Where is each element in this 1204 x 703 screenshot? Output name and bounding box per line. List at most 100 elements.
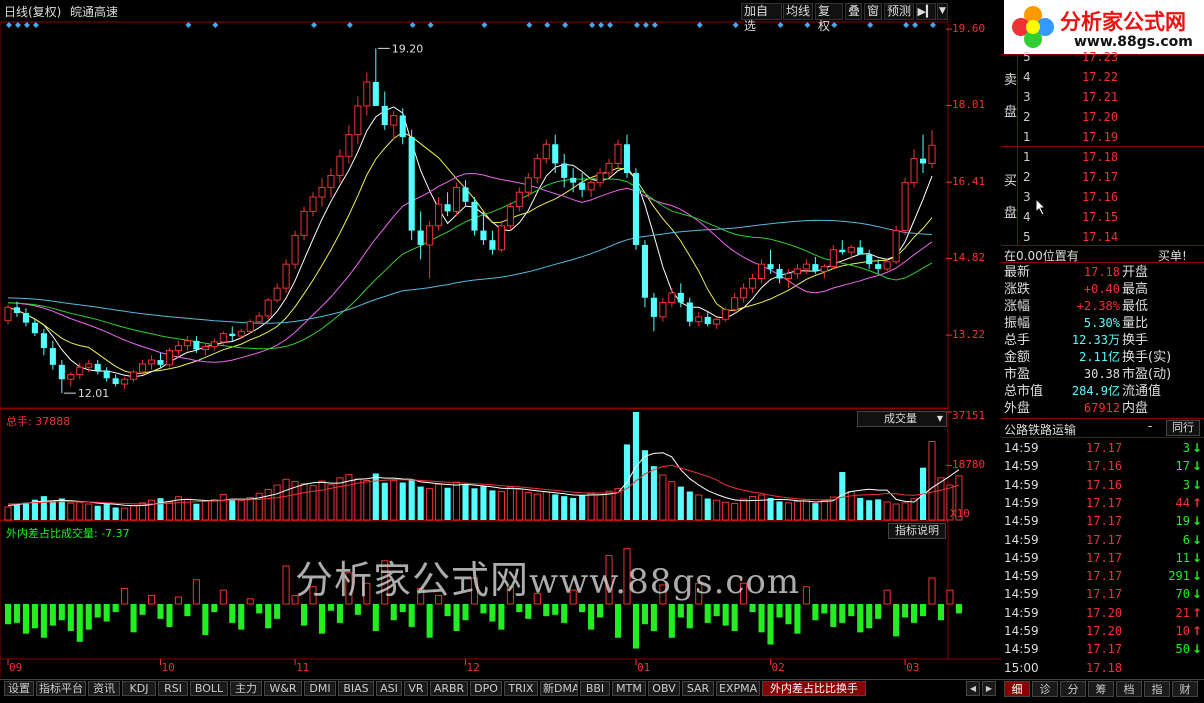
tick-row[interactable]: 14:59 17.16 3 ↓ <box>1002 476 1204 494</box>
toolbar-btn-4[interactable]: 窗 <box>864 3 882 20</box>
tick-row[interactable]: 14:59 17.16 17 ↓ <box>1002 457 1204 475</box>
sell-level-row[interactable]: 3 17.21 <box>1018 87 1204 107</box>
volume-bar <box>354 478 362 521</box>
signal-marker <box>32 22 39 28</box>
volume-bar <box>210 499 218 521</box>
tab-2[interactable]: 资讯 <box>88 681 120 696</box>
tick-row[interactable]: 14:59 17.17 3 ↓ <box>1002 439 1204 457</box>
signal-marker <box>562 22 569 28</box>
buy-label-1: 买 <box>1004 174 1018 189</box>
toolbar-btn-2[interactable]: 复权 <box>815 3 843 33</box>
candle-body <box>857 247 864 255</box>
indicator-bar <box>946 589 954 605</box>
tick-row[interactable]: 14:59 17.17 70 ↓ <box>1002 585 1204 603</box>
tab-7[interactable]: W&R <box>264 681 302 696</box>
info-tab-0[interactable]: 细 <box>1004 681 1030 697</box>
buy-level-row[interactable]: 1 17.18 <box>1018 147 1204 167</box>
candle-body <box>632 173 640 245</box>
tick-time: 14:59 <box>1004 441 1039 455</box>
tab-14[interactable]: TRIX <box>504 681 538 696</box>
tab-10[interactable]: ASI <box>376 681 402 696</box>
quote-label: 振幅 <box>1004 316 1031 331</box>
candle-body <box>695 316 703 323</box>
tab-scroll-left-icon[interactable]: ◀ <box>966 681 980 696</box>
info-tab-1[interactable]: 诊 <box>1032 681 1058 697</box>
sector-name[interactable]: 公路铁路运输 <box>1004 421 1076 438</box>
volume-bar <box>40 496 47 520</box>
tick-row[interactable]: 15:00 17.18 <box>1002 659 1204 677</box>
indicator-bar <box>597 604 604 618</box>
quote-value: 284.9亿 <box>1071 384 1120 398</box>
volume-bar <box>282 478 290 521</box>
indicator-bar <box>893 604 900 637</box>
tab-3[interactable]: KDJ <box>122 681 156 696</box>
info-tab-4[interactable]: 档 <box>1116 681 1142 697</box>
tab-9[interactable]: BIAS <box>338 681 374 696</box>
volume-bar <box>147 499 156 521</box>
tab-20[interactable]: EXPMA <box>716 681 760 696</box>
tick-row[interactable]: 14:59 17.20 21 ↑ <box>1002 604 1204 622</box>
indicator-help-button[interactable]: 指标说明 <box>888 523 946 539</box>
volume-bar <box>22 502 29 520</box>
tab-12[interactable]: ARBR <box>430 681 468 696</box>
tab-0[interactable]: 设置 <box>4 681 34 696</box>
tab-21[interactable]: 外内差占比比换手 <box>762 681 866 696</box>
info-tab-3[interactable]: 筹 <box>1088 681 1114 697</box>
sell-level-row[interactable]: 5 17.23 <box>1018 47 1204 67</box>
signal-marker <box>185 22 192 28</box>
volume-bar <box>363 479 371 521</box>
buy-level-row[interactable]: 5 17.14 <box>1018 227 1204 247</box>
tick-volume: 19 <box>1175 514 1190 529</box>
arrow-up-icon: ↑ <box>1191 495 1202 510</box>
toolbar-btn-0[interactable]: 加自选 <box>741 3 782 33</box>
toolbar-btn-1[interactable]: 均线 <box>783 3 813 20</box>
tick-volume: 3 <box>1182 441 1190 455</box>
info-tab-2[interactable]: 分 <box>1060 681 1086 697</box>
sell-level-row[interactable]: 2 17.20 <box>1018 107 1204 127</box>
tab-8[interactable]: DMI <box>304 681 336 696</box>
indicator-select[interactable]: 成交量 ▼ <box>857 411 947 427</box>
tick-row[interactable]: 14:59 17.17 291 ↓ <box>1002 567 1204 585</box>
candle-body <box>749 278 757 289</box>
level-num: 4 <box>1023 210 1031 224</box>
indicator-title: 外内差占比成交量: -7.37 <box>6 527 130 540</box>
volume-bar <box>875 499 882 520</box>
tab-19[interactable]: SAR <box>682 681 714 696</box>
info-tab-5[interactable]: 指 <box>1144 681 1170 697</box>
indicator-bar <box>928 577 936 605</box>
volume-bar <box>677 486 684 520</box>
tab-16[interactable]: BBI <box>580 681 610 696</box>
tab-5[interactable]: BOLL <box>190 681 228 696</box>
tab-18[interactable]: OBV <box>648 681 680 696</box>
tab-1[interactable]: 指标平台 <box>36 681 86 696</box>
sell-level-row[interactable]: 4 17.22 <box>1018 67 1204 87</box>
tick-row[interactable]: 14:59 17.20 10 ↑ <box>1002 622 1204 640</box>
toolbar-btn-5[interactable]: 预测 <box>884 3 914 20</box>
volume-bar <box>130 504 138 521</box>
tab-17[interactable]: MTM <box>612 681 646 696</box>
tab-4[interactable]: RSI <box>158 681 188 696</box>
tab-6[interactable]: 主力 <box>230 681 262 696</box>
volume-bar <box>561 496 568 520</box>
tab-15[interactable]: 新DMA <box>540 681 578 696</box>
toolbar-btn-3[interactable]: 叠 <box>845 3 862 20</box>
tick-row[interactable]: 14:59 17.17 19 ↓ <box>1002 512 1204 530</box>
tab-11[interactable]: VR <box>404 681 428 696</box>
sell-level-row[interactable]: 1 17.19 <box>1018 127 1204 147</box>
tick-row[interactable]: 14:59 17.17 11 ↓ <box>1002 549 1204 567</box>
info-tab-6[interactable]: 财 <box>1172 681 1198 697</box>
level-price: 17.20 <box>1082 110 1119 124</box>
tick-row[interactable]: 14:59 17.17 44 ↑ <box>1002 494 1204 512</box>
tab-scroll-right-icon[interactable]: ▶ <box>982 681 996 696</box>
indicator-bar <box>202 604 209 636</box>
peer-button[interactable]: 同行 <box>1166 420 1200 436</box>
volume-bar <box>480 486 487 520</box>
buy-level-row[interactable]: 2 17.17 <box>1018 167 1204 187</box>
month-tick-label: 10 <box>161 661 175 674</box>
tab-13[interactable]: DPO <box>470 681 502 696</box>
candle-body <box>542 143 550 160</box>
tick-row[interactable]: 14:59 17.17 6 ↓ <box>1002 531 1204 549</box>
tick-row[interactable]: 14:59 17.17 50 ↓ <box>1002 640 1204 658</box>
indicator-bar <box>147 594 156 605</box>
quote-label: 金额 <box>1004 350 1031 365</box>
